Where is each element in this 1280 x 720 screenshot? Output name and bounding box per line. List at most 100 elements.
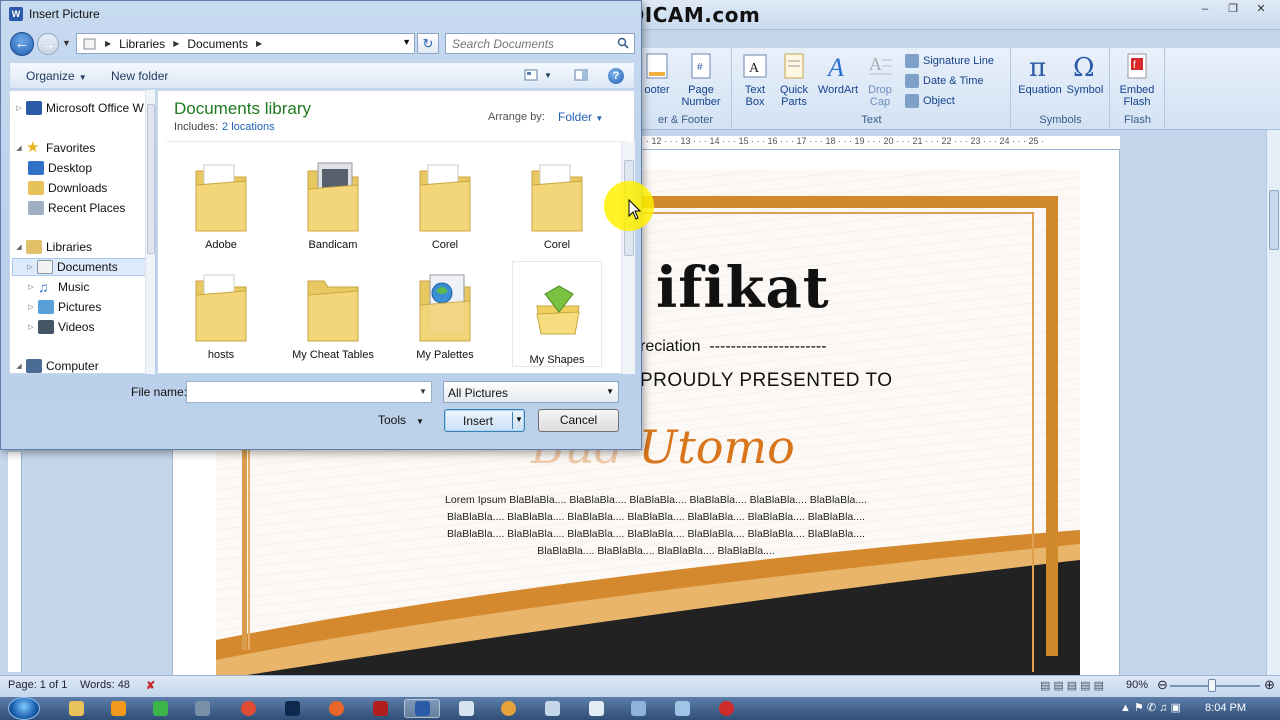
signature-line-button[interactable]: Signature Line: [905, 54, 994, 68]
organize-button[interactable]: Organize ▼: [26, 69, 87, 83]
file-item-bandicam[interactable]: Bandicam: [288, 147, 378, 253]
drop-cap-button[interactable]: A Drop Cap: [861, 52, 899, 108]
zoom-slider-knob[interactable]: [1208, 679, 1216, 692]
notepad-icon[interactable]: [448, 699, 484, 718]
nav-item-favorites[interactable]: ◢ ★ Favorites: [14, 139, 95, 157]
cancel-button[interactable]: Cancel: [538, 409, 619, 432]
zoom-out-icon[interactable]: ⊖: [1157, 677, 1168, 693]
clock[interactable]: 8:04 PM: [1205, 702, 1246, 714]
scrollbar-thumb[interactable]: [147, 104, 155, 254]
view-dropdown-icon[interactable]: ▼: [544, 71, 552, 80]
window-icon[interactable]: [578, 699, 614, 718]
restore-button[interactable]: ❐: [1220, 1, 1246, 17]
address-dropdown-icon[interactable]: ▼: [402, 37, 411, 47]
word-count[interactable]: Words: 48: [80, 679, 130, 691]
equation-button[interactable]: π Equation: [1016, 52, 1064, 96]
acrobat-icon[interactable]: [362, 699, 398, 718]
bandicam-icon[interactable]: [708, 699, 744, 718]
breadcrumb-libraries[interactable]: Libraries: [119, 37, 165, 51]
history-dropdown-icon[interactable]: ▼: [62, 38, 71, 48]
folder-icon[interactable]: [664, 699, 700, 718]
symbol-button[interactable]: Ω Symbol: [1064, 52, 1106, 96]
quick-parts-button[interactable]: Quick Parts: [775, 52, 813, 108]
search-icon[interactable]: [617, 37, 629, 49]
search-input[interactable]: [446, 34, 606, 53]
nav-item-recent-places[interactable]: Recent Places: [26, 199, 125, 217]
explorer-icon[interactable]: [58, 699, 94, 718]
object-button[interactable]: Object: [905, 94, 955, 108]
nav-item-microsoft-office[interactable]: ▷ Microsoft Office W: [14, 99, 144, 117]
file-item-my-cheat-tables[interactable]: My Cheat Tables: [288, 257, 378, 363]
view-mode-icons[interactable]: ▤▤▤▤▤: [1040, 679, 1107, 692]
expand-arrow-icon[interactable]: ▷: [26, 303, 36, 311]
tools-button[interactable]: Tools ▼: [378, 413, 424, 427]
insert-dropdown-icon[interactable]: ▼: [515, 415, 523, 424]
wordart-button[interactable]: A WordArt: [815, 52, 861, 96]
media-player-icon[interactable]: [100, 699, 136, 718]
locations-link[interactable]: 2 locations: [222, 121, 275, 133]
search-box[interactable]: [445, 33, 635, 54]
arrange-by-dropdown[interactable]: Folder ▼: [558, 110, 603, 124]
tray-icons[interactable]: ▲ ⚑ ✆ ♫ ▣: [1120, 701, 1181, 714]
zoom-in-icon[interactable]: ⊕: [1264, 677, 1275, 693]
new-folder-button[interactable]: New folder: [111, 69, 168, 83]
expand-arrow-icon[interactable]: ▷: [26, 323, 36, 331]
filename-field[interactable]: [186, 381, 432, 403]
breadcrumb-separator[interactable]: ▶: [105, 39, 111, 48]
horizontal-ruler[interactable]: · 12 · · · 13 · · · 14 · · · 15 · · · 16…: [640, 136, 1120, 150]
file-list-scrollbar[interactable]: [621, 142, 635, 374]
expand-arrow-icon[interactable]: ▷: [14, 104, 24, 112]
close-button[interactable]: ✕: [1248, 1, 1274, 17]
page-count[interactable]: Page: 1 of 1: [8, 679, 67, 691]
breadcrumb-separator[interactable]: ▶: [256, 39, 262, 48]
collapse-arrow-icon[interactable]: ◢: [14, 144, 24, 152]
address-bar[interactable]: ▶ Libraries ▶ Documents ▶ ▼: [76, 33, 415, 54]
zoom-level[interactable]: 90%: [1126, 679, 1148, 691]
text-box-button[interactable]: A Text Box: [737, 52, 773, 108]
back-button[interactable]: ←: [10, 32, 34, 56]
filename-dropdown-icon[interactable]: ▼: [419, 387, 427, 396]
filetype-select[interactable]: All Pictures ▼: [443, 381, 619, 403]
navigation-scrollbar[interactable]: [145, 90, 155, 374]
expand-arrow-icon[interactable]: ▷: [25, 263, 35, 271]
firefox-icon[interactable]: [318, 699, 354, 718]
photoshop-icon[interactable]: [274, 699, 310, 718]
nav-item-music[interactable]: ▷ ♫ Music: [26, 278, 89, 296]
date-time-button[interactable]: Date & Time: [905, 74, 984, 88]
document-scrollbar[interactable]: [1266, 130, 1280, 675]
insert-button[interactable]: Insert ▼: [444, 409, 525, 432]
file-item-corel-2[interactable]: Corel: [512, 147, 602, 253]
forward-button[interactable]: →: [37, 33, 59, 55]
refresh-button[interactable]: ↻: [417, 33, 439, 54]
nav-item-pictures[interactable]: ▷ Pictures: [26, 298, 101, 316]
minimize-button[interactable]: –: [1192, 1, 1218, 17]
file-item-corel[interactable]: Corel: [400, 147, 490, 253]
nav-item-downloads[interactable]: Downloads: [26, 179, 107, 197]
breadcrumb-documents[interactable]: Documents: [187, 37, 248, 51]
scrollbar-thumb[interactable]: [1269, 190, 1279, 250]
vertical-ruler[interactable]: [8, 452, 22, 672]
help-icon[interactable]: ?: [608, 68, 624, 84]
embed-flash-button[interactable]: f Embed Flash: [1113, 52, 1161, 108]
change-view-icon[interactable]: [524, 69, 538, 81]
preview-pane-icon[interactable]: [574, 69, 588, 81]
page-number-button[interactable]: # Page Number: [676, 52, 726, 108]
word-icon[interactable]: [404, 699, 440, 718]
file-item-my-palettes[interactable]: My Palettes: [400, 257, 490, 363]
start-button[interactable]: [8, 697, 40, 720]
file-item-adobe[interactable]: Adobe: [176, 147, 266, 253]
corel-icon[interactable]: [142, 699, 178, 718]
proofing-icon[interactable]: ✘: [146, 679, 155, 692]
expand-arrow-icon[interactable]: ▷: [26, 283, 36, 291]
footer-button[interactable]: ooter: [640, 52, 674, 96]
nav-item-videos[interactable]: ▷ Videos: [26, 318, 94, 336]
collapse-arrow-icon[interactable]: ◢: [14, 362, 24, 370]
screen-icon[interactable]: [620, 699, 656, 718]
nav-item-documents[interactable]: ▷ Documents: [12, 258, 150, 276]
paint-icon[interactable]: [490, 699, 526, 718]
file-item-my-shapes[interactable]: My Shapes: [512, 261, 602, 367]
file-item-hosts[interactable]: hosts: [176, 257, 266, 363]
scissors-icon[interactable]: [184, 699, 220, 718]
breadcrumb-separator[interactable]: ▶: [173, 39, 179, 48]
nav-item-computer[interactable]: ◢ Computer: [14, 357, 99, 373]
